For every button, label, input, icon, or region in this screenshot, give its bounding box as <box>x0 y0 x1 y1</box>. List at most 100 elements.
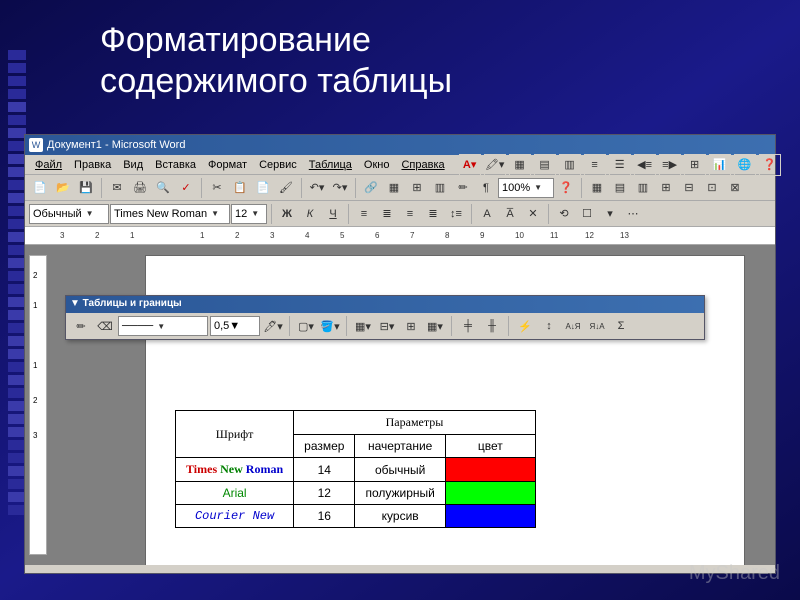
extra-2-icon[interactable]: ☐ <box>576 203 598 225</box>
mail-icon[interactable]: ✉ <box>106 177 128 199</box>
align-justify-icon[interactable]: ≣ <box>422 203 444 225</box>
table-cell-style-1[interactable]: обычный <box>355 458 445 482</box>
style-select[interactable]: Обычный▼ <box>29 204 109 224</box>
columns-icon[interactable]: ▥ <box>429 177 451 199</box>
tbx-icon-3[interactable]: ▥ <box>632 177 654 199</box>
table-cell-size-2[interactable]: 12 <box>294 482 355 505</box>
titlebar[interactable]: W Документ1 - Microsoft Word <box>25 135 775 155</box>
tbx-icon-2[interactable]: ▤ <box>609 177 631 199</box>
align-right-icon[interactable]: ≡ <box>399 203 421 225</box>
grid1-icon[interactable]: ▦ <box>509 154 531 176</box>
char-x-icon[interactable]: ✕ <box>522 203 544 225</box>
float-toolbar-title[interactable]: ▼ Таблицы и границы <box>66 296 704 313</box>
indent-icon[interactable]: ≡▶ <box>659 154 681 176</box>
menu-view[interactable]: Вид <box>117 157 149 173</box>
table-subheader-size[interactable]: размер <box>294 435 355 458</box>
text-direction-icon[interactable]: ↕ <box>538 315 560 337</box>
menu-help[interactable]: Справка <box>395 157 450 173</box>
horizontal-ruler[interactable]: 3 2 1 1 2 3 4 5 6 7 8 9 10 11 12 13 <box>25 227 775 245</box>
spell-icon[interactable]: ✓ <box>175 177 197 199</box>
menu-insert[interactable]: Вставка <box>149 157 202 173</box>
table-cell-size-3[interactable]: 16 <box>294 505 355 528</box>
tbx-icon-7[interactable]: ⊠ <box>724 177 746 199</box>
numlist-icon[interactable]: ☰ <box>609 154 631 176</box>
char-a-icon[interactable]: A <box>476 203 498 225</box>
para-icon[interactable]: ¶ <box>475 177 497 199</box>
tables-borders-toolbar[interactable]: ▼ Таблицы и границы ✏ ⌫ ────▼ 0,5 ▼ 🖊▾ ▢… <box>65 295 705 340</box>
italic-button[interactable]: К <box>299 203 321 225</box>
pencil-icon[interactable]: ✏ <box>70 315 92 337</box>
merge-icon[interactable]: ⊟▾ <box>376 315 398 337</box>
align-center-icon[interactable]: ≣ <box>376 203 398 225</box>
drawing-icon[interactable]: ✏ <box>452 177 474 199</box>
table-cell-font-arial[interactable]: Arial <box>176 482 294 505</box>
underline-button[interactable]: Ч <box>322 203 344 225</box>
eraser-icon[interactable]: ⌫ <box>94 315 116 337</box>
extra-1-icon[interactable]: ⟲ <box>553 203 575 225</box>
line-style-select[interactable]: ────▼ <box>118 316 208 336</box>
vertical-ruler[interactable]: 2 1 1 2 3 <box>29 255 47 555</box>
align-left-icon[interactable]: ≡ <box>353 203 375 225</box>
sort-asc-icon[interactable]: А↓Я <box>562 315 584 337</box>
cut-icon[interactable]: ✂ <box>206 177 228 199</box>
char-a2-icon[interactable]: A̅ <box>499 203 521 225</box>
table-cell-font-tnr[interactable]: Times New Roman <box>176 458 294 482</box>
brush-icon[interactable]: 🖌 <box>275 177 297 199</box>
print-icon[interactable]: 🖨 <box>129 177 151 199</box>
toolbar-icon-3[interactable]: 🌐 <box>734 154 756 176</box>
redo-icon[interactable]: ↷▾ <box>329 177 351 199</box>
border-icon[interactable]: ▢▾ <box>295 315 317 337</box>
table-header-font[interactable]: Шрифт <box>176 411 294 458</box>
preview-icon[interactable]: 🔍 <box>152 177 174 199</box>
new-icon[interactable]: 📄 <box>29 177 51 199</box>
menu-tools[interactable]: Сервис <box>253 157 303 173</box>
autoformat-icon[interactable]: ⚡ <box>514 315 536 337</box>
save-icon[interactable]: 💾 <box>75 177 97 199</box>
highlight-icon[interactable]: 🖍▾ <box>484 154 506 176</box>
menu-edit[interactable]: Правка <box>68 157 117 173</box>
toolbar-icon-4[interactable]: ❓ <box>759 154 781 176</box>
menu-table[interactable]: Таблица <box>303 157 358 173</box>
font-color-icon[interactable]: A▾ <box>459 154 481 176</box>
dist-cols-icon[interactable]: ╫ <box>481 315 503 337</box>
tbx-icon-6[interactable]: ⊡ <box>701 177 723 199</box>
menu-file[interactable]: Файл <box>29 157 68 173</box>
open-icon[interactable]: 📂 <box>52 177 74 199</box>
dist-rows-icon[interactable]: ╪ <box>457 315 479 337</box>
help-icon[interactable]: ❓ <box>555 177 577 199</box>
tbx-icon-5[interactable]: ⊟ <box>678 177 700 199</box>
paste-icon[interactable]: 📄 <box>252 177 274 199</box>
table-cell-size-1[interactable]: 14 <box>294 458 355 482</box>
table-subheader-style[interactable]: начертание <box>355 435 445 458</box>
sum-icon[interactable]: Σ <box>610 315 632 337</box>
menu-window[interactable]: Окно <box>358 157 396 173</box>
toolbar-icon-1[interactable]: ⊞ <box>684 154 706 176</box>
link-icon[interactable]: 🔗 <box>360 177 382 199</box>
size-select[interactable]: 12▼ <box>231 204 267 224</box>
document-area[interactable]: 2 1 1 2 3 ▼ Таблицы и границы ✏ ⌫ ────▼ … <box>25 245 775 565</box>
insert-table-icon[interactable]: ▦▾ <box>352 315 374 337</box>
grid3-icon[interactable]: ▥ <box>559 154 581 176</box>
border-color-icon[interactable]: 🖊▾ <box>262 315 284 337</box>
extra-4-icon[interactable]: ⋯ <box>622 203 644 225</box>
table-cell-style-2[interactable]: полужирный <box>355 482 445 505</box>
extra-3-icon[interactable]: ▾ <box>599 203 621 225</box>
grid2-icon[interactable]: ▤ <box>534 154 556 176</box>
table-cell-color-red[interactable] <box>445 458 535 482</box>
bold-button[interactable]: Ж <box>276 203 298 225</box>
sample-table[interactable]: Шрифт Параметры размер начертание цвет T… <box>175 410 536 528</box>
zoom-select[interactable]: 100%▼ <box>498 178 554 198</box>
sort-desc-icon[interactable]: Я↓А <box>586 315 608 337</box>
undo-icon[interactable]: ↶▾ <box>306 177 328 199</box>
tbx-icon-4[interactable]: ⊞ <box>655 177 677 199</box>
tbx-icon-1[interactable]: ▦ <box>586 177 608 199</box>
tablegrid-icon[interactable]: ▦ <box>383 177 405 199</box>
table-header-params[interactable]: Параметры <box>294 411 536 435</box>
toolbar-icon-2[interactable]: 📊 <box>709 154 731 176</box>
line-weight-select[interactable]: 0,5 ▼ <box>210 316 260 336</box>
table-cell-font-courier[interactable]: Courier New <box>176 505 294 528</box>
align-cell-icon[interactable]: ▦▾ <box>424 315 446 337</box>
copy-icon[interactable]: 📋 <box>229 177 251 199</box>
table-cell-style-3[interactable]: курсив <box>355 505 445 528</box>
table-cell-color-green[interactable] <box>445 482 535 505</box>
